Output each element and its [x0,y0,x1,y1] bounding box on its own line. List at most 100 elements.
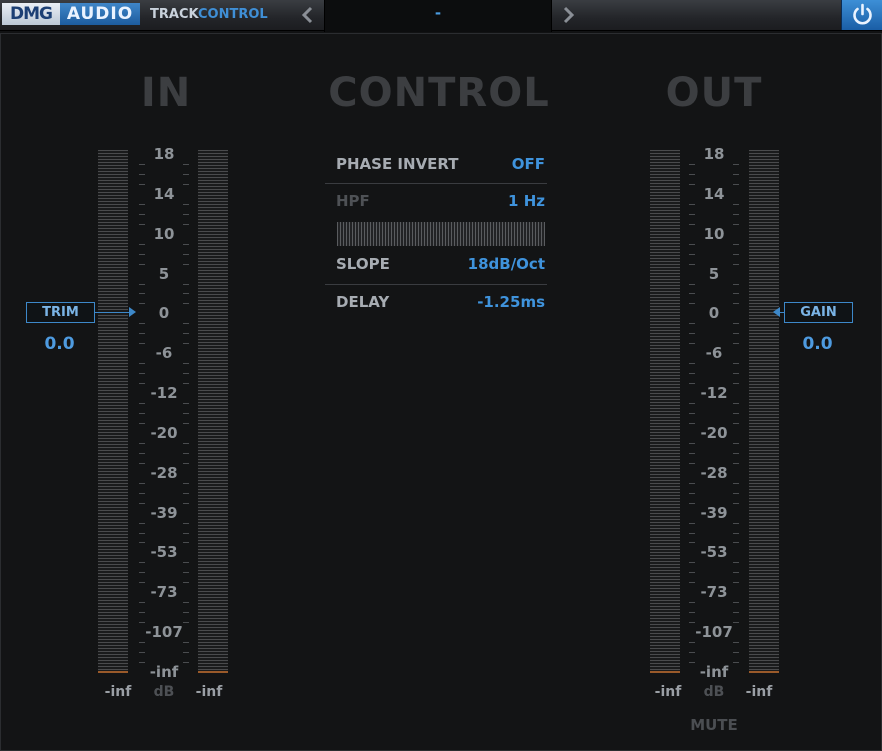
delay-value[interactable]: -1.25ms [477,293,545,311]
hpf-row[interactable]: HPF 1 Hz [325,186,547,216]
scale-tick [183,662,189,663]
hpf-value[interactable]: 1 Hz [508,192,545,210]
input-meter-scale: 18 14 10 5 0 -6 -12 -20 -28 -39 -53 -73 -107 -inf [139,144,189,681]
scale-tick [183,293,189,294]
output-meter-scale: 18 14 10 5 0 -6 -12 -20 -28 -39 -53 -73 -107 -inf [689,144,739,681]
scale-label-text: 5 [707,265,721,283]
scale-tick [183,622,189,623]
scale-tick [733,284,739,285]
scale-tick [689,363,695,364]
chevron-right-icon[interactable] [556,3,580,27]
scale-tick [689,244,695,245]
scale-label-text: -12 [699,384,729,402]
scale-tick [733,582,739,583]
scale-tick [689,642,695,643]
in-scale-label: 14 [139,185,189,203]
scale-tick [733,244,739,245]
scale-tick [733,602,739,603]
scale-tick [689,493,695,494]
scale-tick [139,423,145,424]
scale-tick [139,562,145,563]
output-unit-label: dB [703,684,725,700]
power-button[interactable] [841,0,882,30]
phase-invert-value[interactable]: OFF [512,155,545,173]
scale-tick [733,303,739,304]
in-scale-label: -73 [139,583,189,601]
output-left-readout: -inf [654,684,682,700]
logo-audio: AUDIO [60,3,140,25]
scale-tick [689,483,695,484]
scale-tick [139,652,145,653]
out-scale-label: -107 [689,623,739,641]
slope-value[interactable]: 18dB/Oct [468,255,545,273]
scale-label-text: 14 [702,185,726,203]
scale-tick [689,602,695,603]
gain-button[interactable]: GAIN [784,302,853,323]
scale-tick [733,333,739,334]
scale-tick [139,493,145,494]
scale-tick [733,542,739,543]
in-scale-label: -53 [139,543,189,561]
scale-label-text: 14 [152,185,176,203]
out-scale-label: -73 [689,583,739,601]
scale-tick [139,224,145,225]
scale-label-text: -20 [699,424,729,442]
scale-tick [733,383,739,384]
scale-tick [183,542,189,543]
gain-pointer-icon[interactable] [773,307,780,317]
scale-tick [183,602,189,603]
scale-tick [139,333,145,334]
scale-tick [733,652,739,653]
scale-tick [733,174,739,175]
scale-tick [689,423,695,424]
scale-tick [689,662,695,663]
logo-dmg: DMG [2,3,60,25]
hpf-slider[interactable] [337,222,545,246]
scale-tick [183,533,189,534]
scale-tick [139,214,145,215]
mute-button[interactable]: MUTE [677,716,751,734]
out-scale-label: 10 [689,225,739,243]
out-scale-label: 18 [689,145,739,163]
scale-label-text: -73 [149,583,179,601]
delay-row[interactable]: DELAY -1.25ms [325,287,547,317]
scale-label-text: 0 [157,304,171,322]
slope-row[interactable]: SLOPE 18dB/Oct [325,249,547,279]
scale-label-text: -12 [149,384,179,402]
scale-tick [183,582,189,583]
scale-tick [733,562,739,563]
scale-tick [733,523,739,524]
phase-invert-label: PHASE INVERT [336,155,459,173]
scale-tick [183,572,189,573]
scale-tick [139,254,145,255]
scale-tick [689,333,695,334]
scale-tick [733,184,739,185]
scale-tick [733,612,739,613]
scale-tick [183,503,189,504]
scale-tick [183,333,189,334]
scale-tick [183,483,189,484]
chevron-left-icon[interactable] [296,3,320,27]
input-unit-label: dB [153,684,175,700]
phase-invert-row[interactable]: PHASE INVERT OFF [325,149,547,179]
scale-tick [139,264,145,265]
scale-tick [689,174,695,175]
main-panel: IN CONTROL OUT 18 14 10 5 0 -6 -12 -20 -28 -39 -53… [0,33,882,751]
scale-label-text: 18 [152,145,176,163]
scale-tick [733,224,739,225]
preset-display[interactable]: - [324,0,552,32]
scale-tick [183,164,189,165]
scale-tick [139,602,145,603]
gain-value[interactable]: 0.0 [784,334,851,354]
scale-tick [183,403,189,404]
scale-tick [139,642,145,643]
trim-button[interactable]: TRIM [26,302,95,323]
scale-tick [139,443,145,444]
slope-label: SLOPE [336,255,390,273]
scale-tick [183,453,189,454]
scale-tick [733,453,739,454]
trim-value[interactable]: 0.0 [26,334,93,354]
scale-tick [139,323,145,324]
trim-pointer-icon[interactable] [129,307,136,317]
scale-tick [733,403,739,404]
